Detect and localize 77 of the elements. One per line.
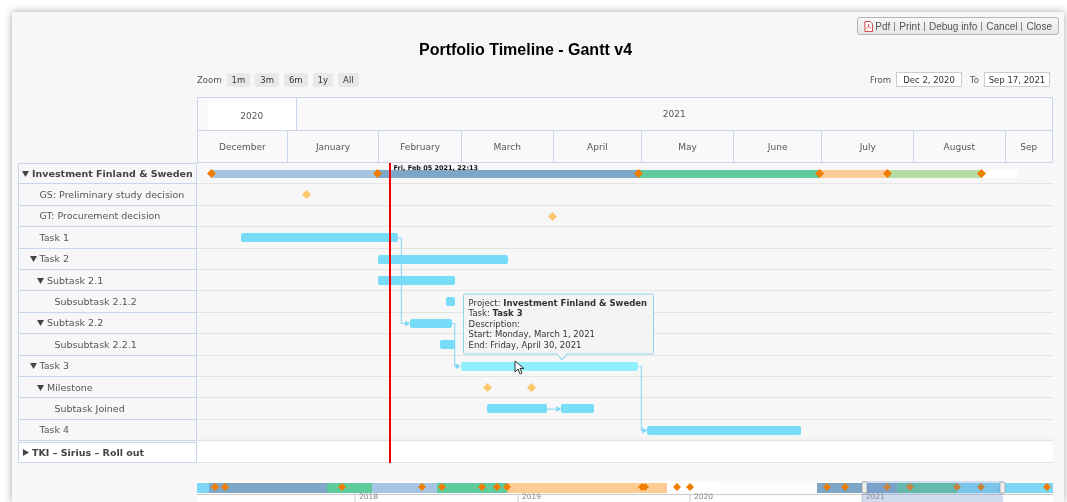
toolbar-button[interactable]: Debug info bbox=[924, 19, 982, 33]
year-header: 2021 bbox=[295, 98, 1052, 130]
zoom-button[interactable]: All bbox=[338, 72, 359, 87]
month-header: January bbox=[286, 131, 379, 163]
cursor-icon bbox=[513, 359, 524, 375]
task-label[interactable]: Subsubtask 2.2.1 bbox=[18, 334, 197, 356]
collapse-icon[interactable] bbox=[37, 319, 44, 327]
milestone-diamond[interactable] bbox=[882, 169, 892, 178]
zoom-button[interactable]: 1m bbox=[226, 72, 251, 87]
task-label[interactable]: Task 4 bbox=[18, 419, 197, 442]
month-header: July bbox=[821, 131, 914, 163]
navigator-drawing[interactable] bbox=[197, 481, 1053, 502]
milestone-diamond[interactable] bbox=[302, 190, 312, 200]
collapse-icon[interactable] bbox=[29, 255, 37, 263]
tooltip-text: End: Friday, April 30, 2021 bbox=[468, 339, 583, 350]
dependency-arrow bbox=[637, 365, 648, 434]
month-header: Sep bbox=[1004, 131, 1052, 163]
year-header: 2020 bbox=[208, 102, 296, 130]
zoom-button[interactable]: 3m bbox=[255, 72, 279, 87]
collapse-icon[interactable] bbox=[29, 362, 37, 370]
task-label[interactable]: GS: Preliminary study decision bbox=[18, 184, 197, 206]
summary-bar[interactable] bbox=[638, 170, 819, 178]
summary-bar[interactable] bbox=[211, 170, 378, 178]
task-label[interactable]: TKI – Sirius – Roll out bbox=[18, 442, 197, 464]
milestone-diamond[interactable] bbox=[373, 169, 383, 178]
collapse-icon[interactable] bbox=[37, 383, 44, 391]
page-title: Portfolio Timeline - Gantt v4 bbox=[417, 40, 634, 60]
task-label[interactable]: GT: Procurement decision bbox=[18, 205, 197, 228]
milestone-diamond[interactable] bbox=[527, 382, 537, 392]
task-bar[interactable] bbox=[377, 275, 455, 285]
to-date-field[interactable]: Sep 17, 2021 bbox=[984, 72, 1050, 87]
task-label[interactable]: Task 1 bbox=[18, 227, 197, 249]
summary-bar[interactable] bbox=[981, 170, 1018, 178]
to-label: To bbox=[970, 74, 979, 85]
tooltip-text: Project: Investment Finland & Sweden bbox=[468, 297, 648, 308]
milestone-diamond[interactable] bbox=[633, 169, 643, 178]
milestone-diamond[interactable] bbox=[482, 382, 492, 392]
month-header: March bbox=[460, 131, 553, 163]
task-bar[interactable] bbox=[460, 361, 639, 371]
month-header: April bbox=[552, 131, 642, 163]
tooltip-text: Description: bbox=[468, 318, 521, 329]
task-label[interactable]: Subtask Joined bbox=[18, 398, 197, 420]
task-label[interactable]: Subtask 2.1 bbox=[18, 269, 197, 292]
summary-bar[interactable] bbox=[819, 170, 888, 178]
from-label: From bbox=[870, 74, 892, 85]
pdf-icon bbox=[864, 20, 874, 32]
expand-icon[interactable] bbox=[22, 449, 29, 457]
tooltip-text: Task: Task 3 bbox=[468, 307, 524, 319]
collapse-icon[interactable] bbox=[22, 170, 29, 178]
milestone-diamond[interactable] bbox=[977, 169, 987, 178]
month-header: May bbox=[641, 131, 733, 163]
month-header: June bbox=[732, 131, 822, 163]
dependency-arrow bbox=[451, 323, 461, 370]
collapse-icon[interactable] bbox=[37, 276, 44, 284]
zoom-label: Zoom bbox=[197, 74, 222, 85]
dependency-arrow bbox=[546, 406, 562, 413]
tooltip-text: Start: Monday, March 1, 2021 bbox=[468, 328, 596, 340]
summary-bar[interactable] bbox=[887, 170, 982, 178]
task-label[interactable]: Task 2 bbox=[18, 248, 197, 270]
month-header: August bbox=[913, 131, 1005, 163]
milestone-diamond[interactable] bbox=[814, 169, 824, 178]
task-label[interactable]: Milestone bbox=[18, 376, 197, 399]
month-header: December bbox=[218, 141, 267, 154]
from-date-field[interactable]: Dec 2, 2020 bbox=[896, 72, 963, 87]
toolbar-button[interactable]: Cancel bbox=[982, 19, 1022, 33]
task-label[interactable]: Subsubtask 2.1.2 bbox=[18, 291, 197, 313]
zoom-button[interactable]: 6m bbox=[283, 72, 308, 87]
milestone-diamond[interactable] bbox=[547, 211, 557, 221]
toolbar-button[interactable]: Print bbox=[895, 19, 924, 33]
task-label[interactable]: Subtask 2.2 bbox=[18, 312, 197, 335]
toolbar-button[interactable]: Close bbox=[1022, 19, 1056, 33]
pdf-button[interactable]: Pdf bbox=[860, 19, 895, 33]
task-label[interactable]: Task 3 bbox=[18, 355, 197, 377]
month-header: February bbox=[378, 131, 461, 163]
zoom-button[interactable]: 1y bbox=[312, 72, 334, 87]
task-label[interactable]: Investment Finland & Sweden bbox=[18, 163, 197, 185]
milestone-diamond[interactable] bbox=[207, 169, 217, 178]
